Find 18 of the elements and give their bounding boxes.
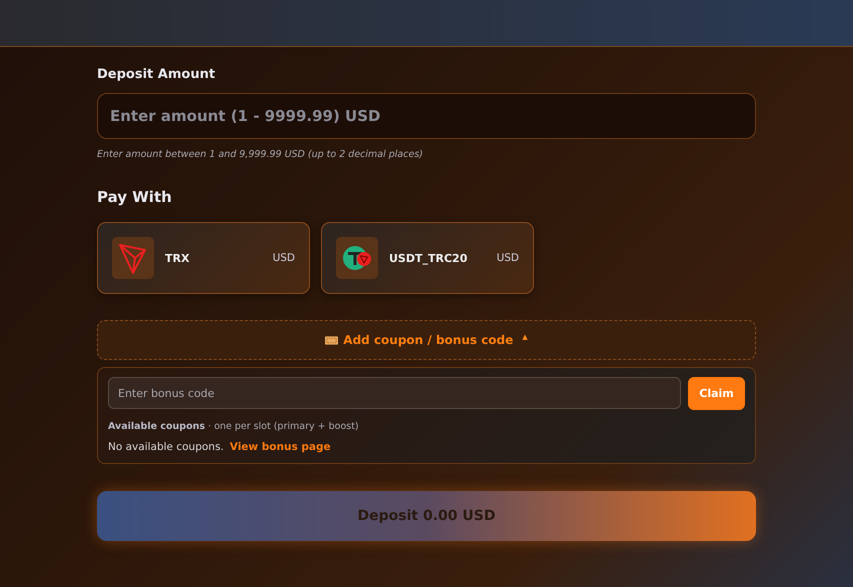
field-label: Deposit Amount — [97, 67, 216, 82]
amount-field[interactable]: Enter amount (1 - 9999.99) USD — [97, 93, 756, 139]
payment-option[interactable]: TRX USD — [97, 222, 310, 294]
section-title: Pay With — [97, 188, 173, 206]
method-name: USDT_TRC20 — [389, 252, 468, 264]
payment-option[interactable]: USDT_TRC20 USD — [321, 222, 534, 294]
bonus-page-link[interactable]: View bonus page — [230, 441, 331, 453]
coupon-toggle-label: Add coupon / bonus code — [343, 333, 514, 347]
empty-message: No available coupons. — [108, 441, 224, 453]
currency-label: USD — [272, 252, 295, 264]
hint-text: Enter amount between 1 and 9,999.99 USD (up to 2 decimal places) — [97, 149, 424, 160]
coupons-info: Available coupons · one per slot (primary + boost) — [108, 421, 360, 432]
triangle-logo-icon — [112, 237, 154, 279]
currency-label: USD — [496, 252, 519, 264]
method-name: TRX — [165, 252, 190, 264]
bonus-code-field[interactable]: Enter bonus code — [108, 377, 681, 409]
ticket-icon — [325, 336, 338, 344]
coin-logo-icon — [336, 237, 378, 279]
